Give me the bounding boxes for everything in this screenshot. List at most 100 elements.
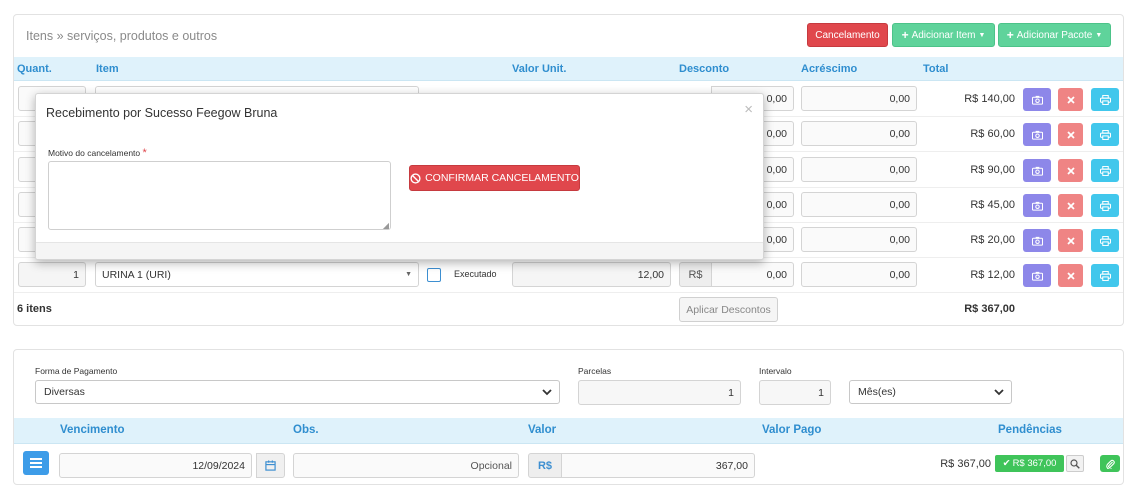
printer-icon [1099,94,1111,105]
delete-button[interactable] [1058,264,1083,287]
pending-badge-label: R$ 367,00 [1012,458,1057,469]
qty-input[interactable]: 1 [18,262,86,287]
calendar-icon [265,460,276,471]
value-input[interactable]: 367,00 [561,453,755,478]
reason-textarea[interactable]: ◢ [48,161,391,230]
list-toggle-button[interactable] [23,451,49,475]
executed-label: Executado [454,269,497,279]
header-paid: Valor Pago [762,424,822,436]
header-discount: Desconto [679,63,730,75]
item-select-value: URINA 1 (URI) [102,268,171,281]
interval-input[interactable]: 1 [759,380,831,405]
camera-icon [1031,271,1043,281]
camera-button[interactable] [1023,264,1051,287]
confirm-cancellation-label: CONFIRMAR CANCELAMENTO [425,172,579,184]
value-currency-addon: R$ [528,453,562,478]
confirm-cancellation-button[interactable]: CONFIRMAR CANCELAMENTO [409,165,580,191]
camera-button[interactable] [1023,88,1051,111]
item-row: 1 URINA 1 (URI) ▼ Executado 12,00 R$ 0,00 0,00 R… [14,258,1123,293]
surcharge-input[interactable]: 0,00 [801,157,917,182]
delete-icon [1066,236,1075,245]
print-button[interactable] [1091,229,1119,252]
header-unit-value: Valor Unit. [512,63,567,75]
delete-button[interactable] [1058,159,1083,182]
installments-label: Parcelas [578,366,612,376]
row-total: R$ 20,00 [970,234,1015,246]
paperclip-icon [1106,459,1115,469]
magnifier-icon [1070,458,1080,469]
printer-icon [1099,270,1111,281]
reason-label-text: Motivo do cancelamento [48,148,141,158]
camera-icon [1031,166,1043,176]
surcharge-input[interactable]: 0,00 [801,86,917,111]
header-value: Valor [528,424,557,436]
row-total: R$ 60,00 [970,128,1015,140]
printer-icon [1099,165,1111,176]
surcharge-input[interactable]: 0,00 [801,262,917,287]
due-date-input[interactable]: 12/09/2024 [59,453,252,478]
caret-down-icon: ▼ [978,31,986,39]
delete-icon [1066,201,1075,210]
camera-button[interactable] [1023,194,1051,217]
header-pending: Pendências [998,424,1062,436]
attach-button[interactable] [1100,455,1120,472]
plus-icon: + [901,28,909,42]
interval-label: Intervalo [759,366,792,376]
delete-button[interactable] [1058,88,1083,111]
print-button[interactable] [1091,123,1119,146]
header-due: Vencimento [60,424,125,436]
camera-icon [1031,130,1043,140]
payment-method-label: Forma de Pagamento [35,366,118,376]
payment-method-select[interactable]: Diversas [35,380,560,404]
unit-value-input[interactable]: 12,00 [512,262,671,287]
delete-icon [1066,166,1075,175]
surcharge-input[interactable]: 0,00 [801,227,917,252]
print-button[interactable] [1091,159,1119,182]
surcharge-input[interactable]: 0,00 [801,121,917,146]
cancel-button[interactable]: Cancelamento [807,23,888,47]
obs-input[interactable]: Opcional [293,453,519,478]
header-qty: Quant. [17,63,52,75]
installments-input[interactable]: 1 [578,380,741,405]
pending-amount: R$ 367,00 [940,458,991,470]
caret-down-icon: ▼ [1095,31,1103,39]
header-obs: Obs. [293,424,319,436]
close-icon[interactable]: × [744,101,753,118]
ban-icon [410,172,421,184]
add-package-label: Adicionar Pacote [1016,29,1093,41]
interval-unit-select[interactable]: Mês(es) [849,380,1012,404]
add-item-button[interactable]: + Adicionar Item ▼ [892,23,995,47]
zoom-button[interactable] [1066,455,1084,472]
camera-icon [1031,201,1043,211]
add-package-button[interactable]: + Adicionar Pacote ▼ [998,23,1111,47]
print-button[interactable] [1091,264,1119,287]
items-count: 6 itens [17,303,52,315]
pending-badge[interactable]: ✔ R$ 367,00 [995,455,1064,472]
delete-button[interactable] [1058,229,1083,252]
camera-button[interactable] [1023,123,1051,146]
header-surcharge: Acréscimo [801,63,858,75]
cancellation-modal: Recebimento por Sucesso Feegow Bruna × M… [35,93,764,260]
item-select[interactable]: URINA 1 (URI) ▼ [95,262,419,287]
print-button[interactable] [1091,88,1119,111]
camera-button[interactable] [1023,159,1051,182]
camera-icon [1031,95,1043,105]
delete-button[interactable] [1058,123,1083,146]
apply-discounts-button[interactable]: Aplicar Descontos [679,297,778,322]
delete-icon [1066,271,1075,280]
payment-panel: Forma de Pagamento Diversas Parcelas 1 I… [13,349,1124,485]
discount-input[interactable]: 0,00 [711,262,794,287]
reason-label: Motivo do cancelamento * [48,147,147,159]
row-total: R$ 140,00 [964,93,1015,105]
surcharge-input[interactable]: 0,00 [801,192,917,217]
caret-down-icon: ▼ [405,271,412,278]
executed-checkbox[interactable] [427,268,441,282]
print-button[interactable] [1091,194,1119,217]
calendar-button[interactable] [256,453,285,478]
camera-button[interactable] [1023,229,1051,252]
modal-title: Recebimento por Sucesso Feegow Bruna [46,106,278,120]
resize-handle-icon: ◢ [382,221,389,230]
delete-button[interactable] [1058,194,1083,217]
row-total: R$ 45,00 [970,199,1015,211]
delete-icon [1066,130,1075,139]
